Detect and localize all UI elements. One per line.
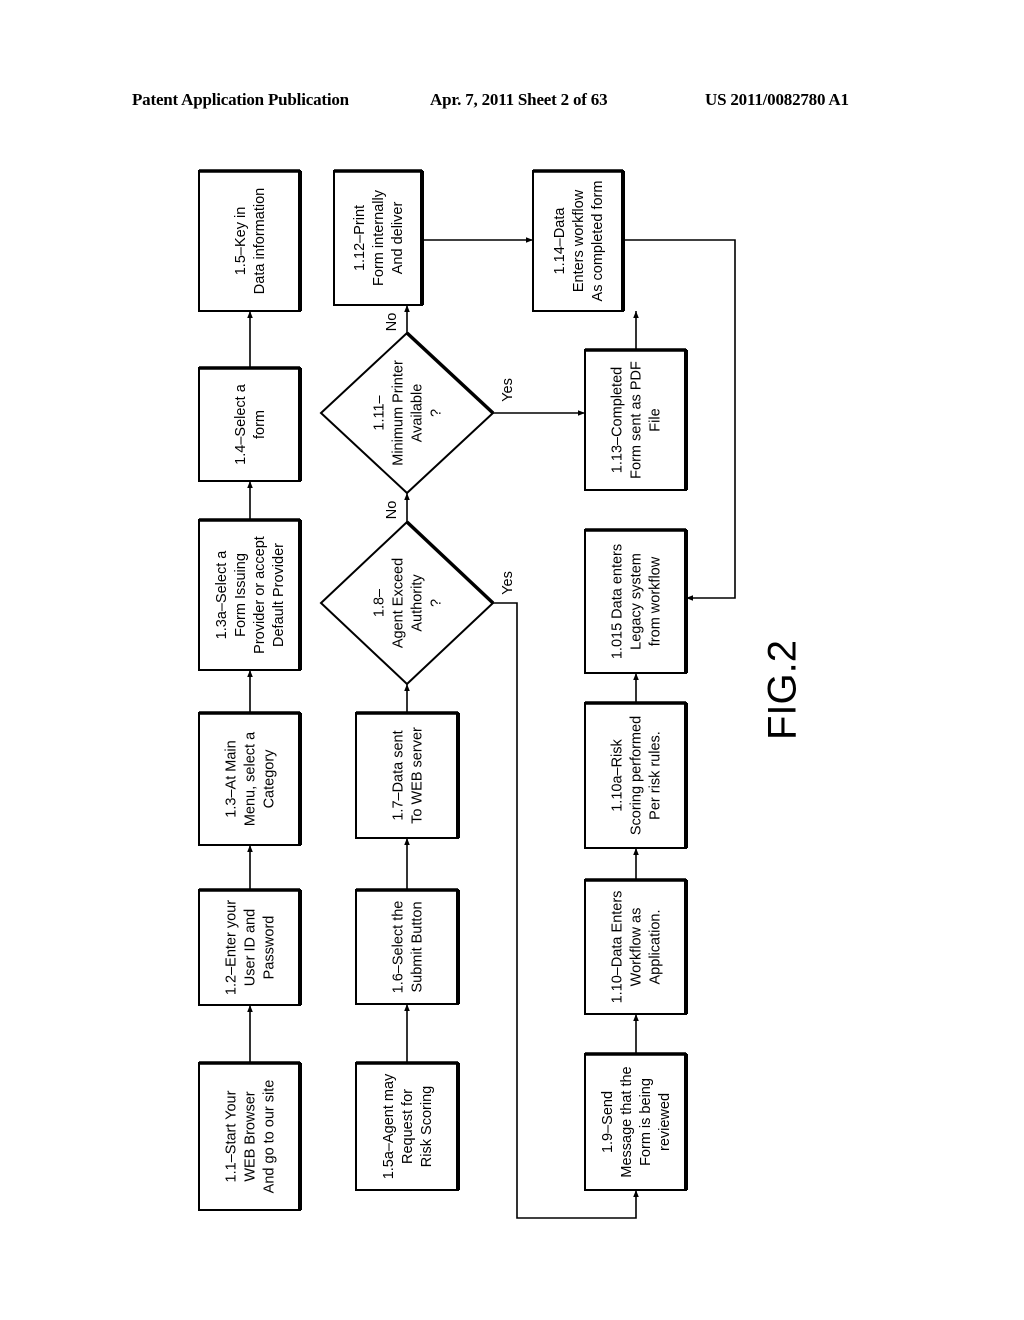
node-label-line: Form sent as PDF	[629, 361, 645, 479]
node-label-line: Request for	[400, 1089, 416, 1164]
node-label-line: 1.015 Data enters	[610, 544, 626, 659]
node-label-line: ?	[429, 599, 445, 607]
node-label-line: As completed form	[590, 181, 606, 302]
node-label-line: WEB Browser	[243, 1091, 259, 1181]
process-box-n1-1: 1.1–Start Your WEB Browser And go to our s…	[198, 1061, 302, 1211]
flowchart: 1.1–Start Your WEB Browser And go to our s…	[198, 169, 805, 1219]
node-label-line: And go to our site	[262, 1080, 278, 1194]
node-label-line: 1.12–Print	[352, 205, 368, 271]
node-label-line: And deliver	[390, 202, 406, 275]
node-label-line: 1.3–At Main	[224, 740, 240, 817]
node-label-line: Form is being	[638, 1078, 654, 1166]
node-label-line: File	[648, 408, 664, 431]
node-label-line: 1.11–	[372, 394, 388, 430]
box-shape	[198, 170, 301, 312]
node-label-line: from workflow	[648, 556, 664, 646]
node-label-line: Scoring performed	[629, 716, 645, 835]
node-label-line: 1.13–Completed	[610, 367, 626, 473]
process-box-n1-12: 1.12–Print Form internally And deliver	[333, 169, 424, 306]
node-label-line: 1.3a–Select a	[214, 550, 230, 640]
node-label-line: 1.14–Data	[552, 207, 568, 275]
node-label: 1.1–Start Your WEB Browser And go to our s…	[224, 1080, 278, 1194]
node-label-line: 1.9–Send	[600, 1091, 616, 1153]
node-label-line: form	[252, 410, 268, 439]
edge-label-n1-11-yes: Yes	[500, 378, 516, 402]
node-label-line: 1.4–Select a	[233, 383, 249, 465]
process-box-n1-5a: 1.5a–Agent may Request for Risk Scoring	[355, 1061, 460, 1191]
process-box-n1-10a: 1.10a–Risk Scoring performed Per risk rule…	[584, 701, 688, 849]
decision-shape	[319, 331, 495, 495]
node-label-line: 1.5a–Agent may	[381, 1073, 397, 1179]
node-label-line: Agent Exceed	[391, 558, 407, 648]
box-shape	[198, 367, 301, 482]
node-label-line: Password	[262, 916, 278, 980]
node-label-line: 1.6–Select the	[391, 901, 407, 994]
node-label-line: Data information	[252, 188, 268, 294]
figure-label: FIG.2	[761, 640, 805, 740]
node-label-line: Legacy system	[629, 553, 645, 650]
edge-label-n1-8-yes: Yes	[500, 571, 516, 595]
nodes-layer: 1.1–Start Your WEB Browser And go to our s…	[198, 169, 688, 1211]
node-label-line: 1.1–Start Your	[224, 1090, 240, 1182]
process-box-n1-3a: 1.3a–Select a Form Issuing Provider or acc…	[198, 518, 302, 671]
node-label-line: ?	[429, 409, 445, 417]
node-label-line: Form Issuing	[233, 553, 249, 637]
node-label-line: Workflow as	[629, 908, 645, 987]
process-box-n1-9: 1.9–Send Message that the Form is being rev…	[584, 1052, 688, 1191]
node-label-line: Per risk rules.	[648, 731, 664, 820]
node-label-line: 1.2–Enter your	[224, 900, 240, 995]
node-label-line: reviewed	[657, 1093, 673, 1151]
edge-label-n1-11-no: No	[384, 313, 400, 332]
node-label: 1.015 Data enters Legacy system from workf…	[610, 544, 664, 659]
node-label-line: Message that the	[619, 1066, 635, 1177]
node-label-line: 1.7–Data sent	[391, 730, 407, 820]
node-label-line: 1.5–Key in	[233, 207, 249, 276]
box-shape	[355, 889, 459, 1005]
process-box-n1-13: 1.13–Completed Form sent as PDF File	[584, 348, 688, 491]
node-label-line: Application.	[648, 910, 664, 985]
edge-label-n1-8-no: No	[384, 501, 400, 520]
process-box-n1-10: 1.10–Data Enters Workflow as Application.	[584, 878, 688, 1015]
process-box-n1-6: 1.6–Select the Submit Button	[355, 888, 460, 1005]
node-label-line: 1.8–	[372, 588, 388, 617]
decision-n1-8: 1.8– Agent Exceed Authority?	[319, 520, 495, 686]
node-label-line: 1.10a–Risk	[610, 738, 626, 811]
node-label-line: Enters workflow	[571, 189, 587, 292]
node-label-line: Risk Scoring	[419, 1086, 435, 1167]
process-box-n1-4: 1.4–Select a form	[198, 366, 302, 482]
process-box-n1-7: 1.7–Data sent To WEB server	[355, 711, 460, 839]
process-box-n1-2: 1.2–Enter your User ID and Password	[198, 888, 302, 1006]
process-box-n1-3: 1.3–At Main Menu, select a Category	[198, 711, 302, 846]
node-label-line: Category	[262, 749, 278, 809]
node-label-line: Menu, select a	[243, 731, 259, 826]
node-label-line: Submit Button	[410, 901, 426, 992]
node-label-line: 1.10–Data Enters	[610, 891, 626, 1004]
node-label-line: Minimum Printer	[391, 360, 407, 466]
node-label-line: Default Provider	[271, 543, 287, 647]
decision-n1-11: 1.11– Minimum Printer Available?	[319, 331, 495, 495]
process-box-n1-14: 1.14–Data Enters workflow As completed for…	[532, 169, 625, 312]
node-label-line: Authority	[410, 574, 426, 632]
node-label-line: To WEB server	[410, 727, 426, 824]
node-label-line: Available	[410, 384, 426, 443]
node-label-line: User ID and	[243, 909, 259, 986]
process-box-n1-015: 1.015 Data enters Legacy system from workf…	[584, 528, 688, 674]
node-label-line: Provider or accept	[252, 536, 268, 654]
box-shape	[355, 712, 459, 839]
process-box-n1-5: 1.5–Key in Data information	[198, 169, 302, 312]
node-label-line: Form internally	[371, 189, 387, 286]
decision-shape	[319, 520, 495, 686]
